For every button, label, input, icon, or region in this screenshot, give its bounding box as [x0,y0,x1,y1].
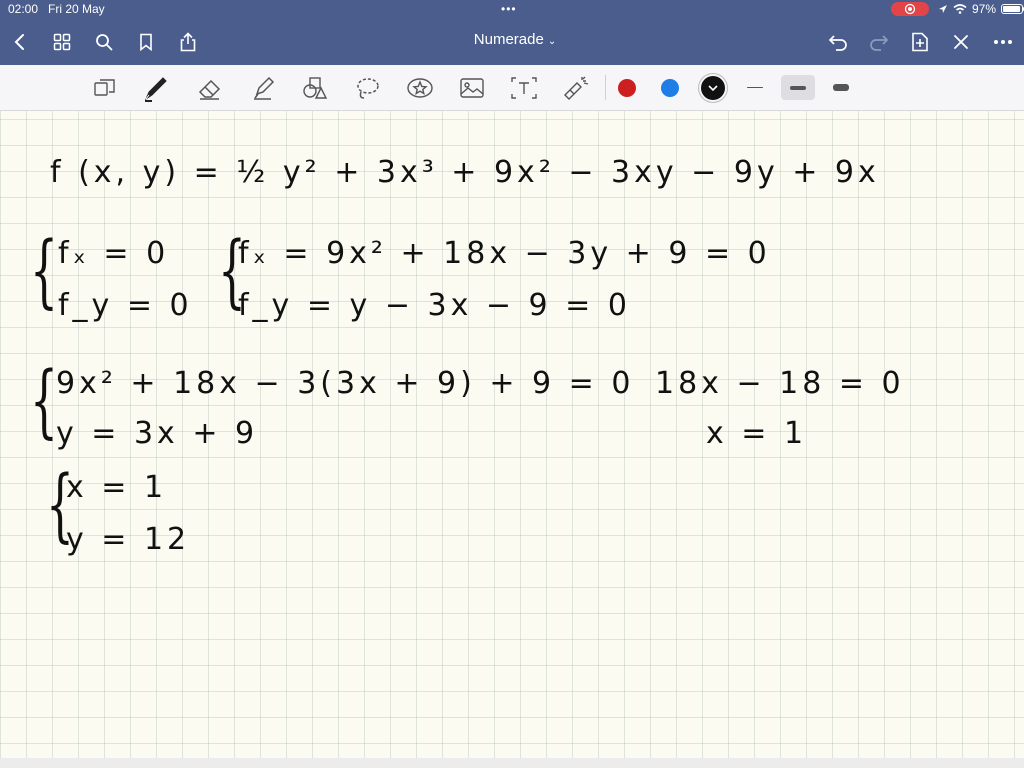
stroke-thin-option[interactable] [738,75,772,100]
chevron-down-icon [708,85,718,91]
close-icon[interactable] [949,30,973,54]
highlighter-icon[interactable] [248,73,278,103]
battery-percent: 97% [972,2,997,16]
brace-system-3: { [30,354,58,447]
redo-icon[interactable] [867,30,891,54]
location-icon [939,5,947,13]
system3-eq-substituted: 9x² + 18x − 3(3x + 9) + 9 = 0 [56,366,635,401]
stroke-medium-option[interactable] [781,75,815,100]
system2-eq-fy: f_y = y − 3x − 9 = 0 [238,288,631,323]
status-right: 97% [938,2,1024,16]
image-icon[interactable] [457,73,487,103]
wifi-icon [953,4,967,14]
document-title[interactable]: Numerade ⌄ [440,31,590,48]
brace-system-1: { [30,224,58,317]
drawing-toolbar [0,65,1024,111]
share-icon[interactable] [176,30,200,54]
color-red-swatch[interactable] [618,79,636,97]
laser-pointer-icon[interactable] [561,73,591,103]
side-work-linear: 18x − 18 = 0 [655,366,905,401]
note-canvas[interactable]: f (x, y) = ½ y² + 3x³ + 9x² − 3xy − 9y +… [0,111,1024,768]
grid-view-icon[interactable] [50,30,74,54]
search-icon[interactable] [92,30,116,54]
shapes-icon[interactable] [300,73,330,103]
color-black-swatch[interactable] [701,76,725,100]
more-options-icon[interactable] [991,30,1015,54]
page-bottom-edge [0,758,1024,768]
system3-eq-y: y = 3x + 9 [56,416,259,451]
stroke-thick-option[interactable] [824,75,858,100]
lasso-icon[interactable] [353,73,383,103]
screen-recording-icon[interactable] [891,2,929,16]
equation-function: f (x, y) = ½ y² + 3x³ + 9x² − 3xy − 9y +… [50,155,880,190]
solution-y: y = 12 [66,522,191,557]
undo-icon[interactable] [826,30,850,54]
eraser-icon[interactable] [195,73,225,103]
color-blue-swatch[interactable] [661,79,679,97]
toolbar-divider [605,75,606,100]
sticker-icon[interactable] [405,73,435,103]
solution-x: x = 1 [66,470,168,505]
battery-icon [1001,4,1024,14]
status-time: 02:00 [8,2,39,16]
top-bar: 02:00 Fri 20 May ••• 97% Numerade ⌄ [0,0,1024,65]
system1-eq-fx: fₓ = 0 [58,236,170,271]
text-icon[interactable] [509,73,539,103]
add-page-icon[interactable] [908,30,932,54]
chevron-down-icon: ⌄ [547,36,557,47]
side-work-x: x = 1 [706,416,808,451]
status-date: Fri 20 May [48,2,105,16]
system2-eq-fx: fₓ = 9x² + 18x − 3y + 9 = 0 [238,236,771,271]
page-layout-icon[interactable] [90,73,120,103]
document-title-text: Numerade [473,31,544,48]
back-icon[interactable] [8,30,32,54]
bookmark-icon[interactable] [134,30,158,54]
multitasking-icon[interactable]: ••• [501,2,517,16]
pen-icon[interactable] [141,73,171,103]
system1-eq-fy: f_y = 0 [58,288,193,323]
